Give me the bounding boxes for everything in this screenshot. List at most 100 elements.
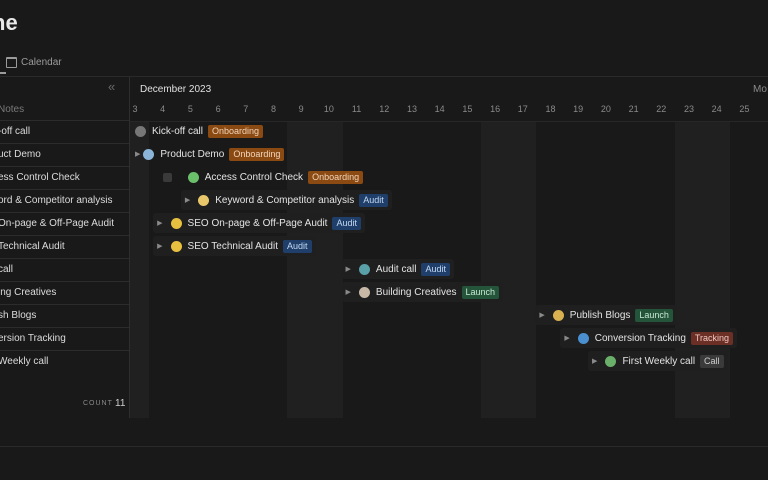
task-name: First Weekly call (622, 355, 696, 367)
day-label: 12 (379, 104, 390, 114)
list-item-label: ing Creatives (0, 287, 57, 298)
task-emoji-icon (358, 286, 370, 298)
timeline-task[interactable]: ▶ Conversion Tracking Tracking (560, 327, 738, 349)
list-item[interactable]: Weekly call (0, 350, 129, 373)
task-emoji-icon (198, 194, 210, 206)
task-list-panel: « Notes -off call uct Demo ess Control Che… (0, 77, 130, 418)
day-label: 13 (406, 104, 417, 114)
next-month-label: Mo (753, 84, 767, 95)
task-name: Product Demo (160, 148, 225, 160)
task-tag-badge: Audit (282, 239, 312, 253)
expand-arrow-icon[interactable]: ▶ (157, 219, 162, 227)
task-tag-badge: Onboarding (207, 124, 263, 138)
timeline-task[interactable]: ▶ Product Demo Onboarding (135, 143, 285, 165)
day-label: 6 (215, 104, 221, 114)
day-label: 18 (545, 104, 556, 114)
list-item-label: -off call (0, 126, 31, 137)
timeline-task[interactable]: Access Control Check Onboarding (162, 166, 364, 188)
day-label: 22 (656, 104, 667, 114)
expand-arrow-icon[interactable]: ▶ (539, 311, 544, 319)
task-name: Conversion Tracking (594, 332, 686, 344)
list-item-label: ord & Competitor analysis (0, 195, 113, 206)
timeline-task[interactable]: ▶ First Weekly call Call (588, 350, 728, 372)
list-item[interactable]: ess Control Check (0, 166, 129, 189)
timeline-task[interactable]: ▶ SEO Technical Audit Audit (153, 235, 316, 257)
day-label: 4 (160, 104, 166, 114)
timeline-task[interactable]: ▶ Audit call Audit (341, 258, 454, 280)
list-item-label: On-page & Off-Page Audit (0, 218, 115, 229)
task-tag-badge: Audit (359, 193, 388, 207)
expand-arrow-icon[interactable]: ▶ (346, 265, 351, 273)
timeline-task[interactable]: ▶ Publish Blogs Launch (535, 304, 677, 326)
task-tag-badge: Audit (421, 262, 450, 276)
task-tag-badge: Onboarding (308, 170, 364, 184)
task-name: Building Creatives (375, 286, 457, 298)
day-label: 25 (739, 104, 750, 114)
list-item-label: ess Control Check (0, 172, 80, 183)
task-tag-badge: Tracking (690, 331, 734, 345)
task-tag-badge: Audit (332, 216, 361, 230)
expand-arrow-icon[interactable]: ▶ (185, 196, 190, 204)
drag-handle-icon[interactable] (162, 172, 172, 182)
task-emoji-icon (170, 240, 182, 252)
task-emoji-icon (187, 171, 199, 183)
task-name: Access Control Check (204, 171, 304, 183)
weekend-column (130, 122, 149, 418)
expand-arrow-icon[interactable]: ▶ (592, 357, 597, 365)
divider (0, 446, 768, 447)
expand-arrow-icon[interactable]: ▶ (135, 150, 140, 158)
timeline-task[interactable]: ▶ SEO On-page & Off-Page Audit Audit (153, 212, 365, 234)
day-label: 23 (683, 104, 694, 114)
list-item[interactable]: ersion Tracking (0, 327, 129, 350)
task-name: Publish Blogs (569, 309, 631, 321)
task-name: Audit call (375, 263, 417, 275)
expand-arrow-icon[interactable]: ▶ (157, 242, 162, 250)
expand-arrow-icon[interactable]: ▶ (346, 288, 351, 296)
page-title: ne (0, 10, 18, 35)
timeline: December 2023 Mo 3 4 5 6 7 8 9 10 11 12 13 14 15 16 17… (130, 77, 768, 418)
task-emoji-icon (552, 309, 564, 321)
list-item[interactable]: On-page & Off-Page Audit (0, 212, 129, 235)
calendar-view-tab[interactable]: Calendar (6, 54, 62, 70)
active-view-indicator (0, 72, 6, 74)
day-label: 3 (132, 104, 138, 114)
timeline-task[interactable]: Kick-off call Onboarding (135, 120, 263, 142)
task-tag-badge: Launch (635, 308, 673, 322)
month-label: December 2023 (140, 84, 212, 95)
task-emoji-icon (143, 148, 155, 160)
day-label: 11 (351, 104, 362, 114)
list-item[interactable]: sh Blogs (0, 304, 129, 327)
task-emoji-icon (577, 332, 589, 344)
task-emoji-icon (605, 355, 617, 367)
list-item-label: uct Demo (0, 149, 41, 160)
list-item[interactable]: Technical Audit (0, 235, 129, 258)
day-label: 8 (270, 104, 276, 114)
timeline-task[interactable]: ▶ Keyword & Competitor analysis Audit (180, 189, 392, 211)
task-emoji-icon (358, 263, 370, 275)
list-item[interactable]: call (0, 258, 129, 281)
list-item[interactable]: ord & Competitor analysis (0, 189, 129, 212)
calendar-icon (6, 56, 17, 68)
expand-arrow-icon[interactable]: ▶ (564, 334, 569, 342)
list-item-label: call (0, 264, 14, 275)
timeline-task[interactable]: ▶ Building Creatives Launch (341, 281, 504, 303)
day-label: 10 (323, 104, 334, 114)
list-item[interactable]: ing Creatives (0, 281, 129, 304)
day-label: 15 (462, 104, 473, 114)
list-item[interactable]: uct Demo (0, 143, 129, 166)
day-label: 9 (298, 104, 304, 114)
day-label: 19 (573, 104, 584, 114)
day-label: 24 (711, 104, 722, 114)
task-name: SEO Technical Audit (187, 240, 278, 252)
task-name: Kick-off call (152, 125, 203, 137)
collapse-panel-icon[interactable]: « (108, 80, 115, 94)
weekend-column (675, 122, 731, 418)
day-label: 16 (490, 104, 501, 114)
day-label: 20 (600, 104, 611, 114)
task-name: SEO On-page & Off-Page Audit (187, 217, 328, 229)
list-item-label: sh Blogs (0, 310, 37, 321)
list-item[interactable]: -off call (0, 120, 129, 143)
day-label: 14 (434, 104, 445, 114)
task-emoji-icon (135, 125, 146, 137)
notes-column-header[interactable]: Notes (0, 104, 24, 115)
